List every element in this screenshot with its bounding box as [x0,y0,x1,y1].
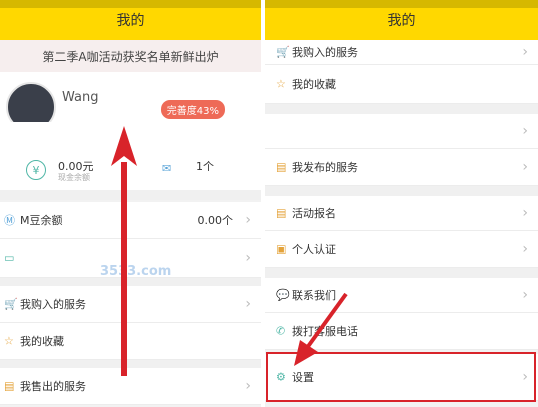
list-item-published[interactable]: ▤ 我发布的服务 › [265,149,538,186]
chevron-right-icon: › [245,212,251,228]
cart-icon: 🛒 [276,45,290,59]
bought-label: 我购入的服务 [292,46,358,59]
file-icon: ▤ [4,379,15,393]
chevron-right-icon: › [245,378,251,394]
chevron-right-icon: › [245,250,251,266]
watermark: 3533.com [100,264,172,279]
list-item-favorites[interactable]: ☆ 我的收藏 [0,323,261,360]
m-bean-icon: Ⓜ [4,214,15,227]
list-item-favorites[interactable]: ☆ 我的收藏 [265,65,538,104]
left-screen: 我的 第二季A咖活动获奖名单新鲜出炉 Wang 完善度43% ¥ 0.00元 现… [0,0,261,407]
arrow-icon [121,162,127,376]
cart-icon: 🛒 [4,297,18,311]
chevron-right-icon: › [522,205,528,221]
activity-label: 活动报名 [292,207,336,220]
yen-icon: ¥ [26,160,46,180]
username: Wang [62,90,99,105]
chevron-right-icon: › [522,287,528,303]
wallet-icon: ▭ [4,251,15,265]
section-gap [265,104,538,114]
list-item-activity[interactable]: ▤ 活动报名 › [265,196,538,231]
status-bar [265,0,538,8]
personal-label: 个人认证 [292,243,336,256]
chevron-right-icon: › [522,123,528,139]
published-label: 我发布的服务 [292,161,358,174]
list-item-bought[interactable]: 🛒 我购入的服务 › [265,40,538,65]
mbean-label: M豆余额 [20,214,63,227]
mbean-value: 0.00个 [197,214,234,227]
favorites-label: 我的收藏 [20,335,64,348]
section-gap [265,186,538,196]
sold-label: 我售出的服务 [20,380,86,393]
phone-icon: ✆ [276,324,286,338]
section-gap [0,278,261,286]
list-item-sold[interactable]: ▤ 我售出的服务 › [0,368,261,405]
chat-icon: 💬 [276,288,290,302]
chevron-right-icon: › [522,159,528,175]
promo-banner[interactable]: 第二季A咖活动获奖名单新鲜出炉 [0,40,261,72]
chevron-right-icon: › [245,296,251,312]
balance-label: 现金余额 [58,173,90,182]
envelope-icon: ✉ [162,162,172,175]
file-icon: ▤ [276,160,287,174]
list-item-bought[interactable]: 🛒 我购入的服务 › [0,286,261,323]
list-item-mbean[interactable]: Ⓜ M豆余额 0.00个 › [0,202,261,239]
chevron-right-icon: › [522,44,528,60]
favorites-label: 我的收藏 [292,78,336,91]
arrow-icon [294,292,348,366]
completion-badge: 完善度43% [160,100,225,119]
list-item-personal[interactable]: ▣ 个人认证 › [265,231,538,268]
star-icon: ☆ [4,334,14,348]
id-card-icon: ▣ [276,242,287,256]
star-icon: ☆ [276,77,286,91]
arrow-icon [111,126,137,166]
section-gap [265,268,538,278]
section-gap [0,190,261,200]
section-gap [0,360,261,368]
chevron-right-icon: › [522,241,528,257]
file-icon: ▤ [276,206,287,220]
status-bar [0,0,261,8]
bought-label: 我购入的服务 [20,298,86,311]
list-item-sold[interactable]: › [265,114,538,149]
coupon-count[interactable]: 1个 [196,158,214,174]
